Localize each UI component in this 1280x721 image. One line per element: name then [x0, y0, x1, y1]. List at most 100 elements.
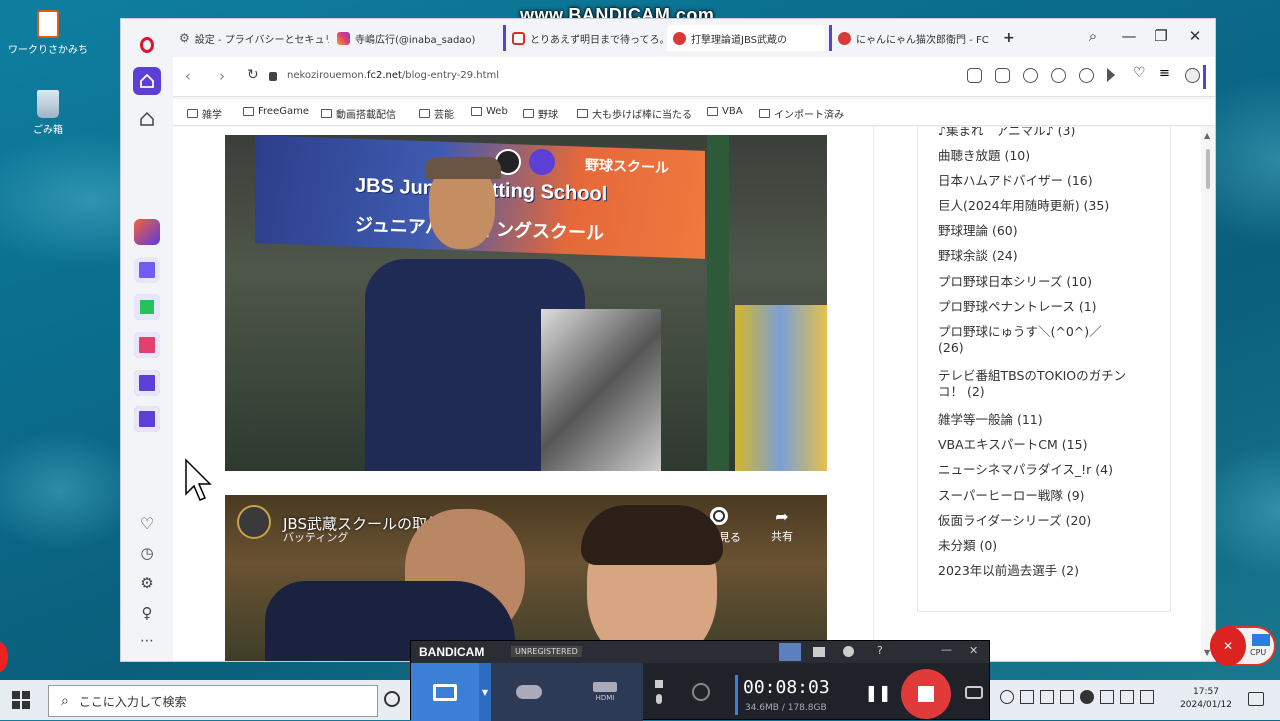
edit-icon[interactable]: [995, 68, 1010, 83]
tab-blog[interactable]: にゃんにゃん猫次郎衛門 - FC: [829, 25, 989, 51]
webcam-button[interactable]: [679, 663, 723, 721]
mode-dropdown-button[interactable]: ▼: [479, 663, 491, 721]
channel-avatar[interactable]: [237, 505, 271, 539]
forward-button[interactable]: ›: [219, 67, 225, 85]
reader-icon[interactable]: [967, 68, 982, 83]
category-link[interactable]: プロ野球にゅうす＼(^0^)／ (26): [938, 324, 1128, 356]
scrollbar-thumb[interactable]: [1206, 149, 1210, 189]
bookmark-folder[interactable]: 野球: [523, 106, 558, 121]
category-link[interactable]: 雑学等一般論 (11): [938, 412, 1158, 428]
bookmark-folder[interactable]: 芸能: [419, 106, 454, 121]
tray-icon[interactable]: [1000, 690, 1014, 704]
sidebar-more-button[interactable]: ⋯: [133, 627, 161, 655]
back-button[interactable]: ‹: [185, 67, 191, 85]
record-stop-button[interactable]: [901, 669, 951, 719]
bookmark-folder[interactable]: Web: [471, 106, 508, 117]
blog-image-batting-school[interactable]: 野球スクール JBS Junior Batting School ジュニアバッテ…: [225, 135, 827, 471]
desktop-icon-recycle-bin[interactable]: ごみ箱: [8, 90, 88, 136]
page-scrollbar[interactable]: ▲ ▼: [1201, 127, 1215, 661]
category-link[interactable]: 未分類 (0): [938, 538, 1158, 554]
ai-overlay-icon[interactable]: [529, 149, 555, 175]
maximize-button[interactable]: ❐: [1149, 27, 1173, 45]
category-link[interactable]: ニューシネマパラダイス_!r (4): [938, 462, 1158, 478]
tray-icon[interactable]: [1040, 690, 1054, 704]
tab-blog-active[interactable]: 打撃理論道JBS武蔵の: [667, 25, 825, 51]
close-button[interactable]: ✕: [1183, 27, 1207, 45]
aria-ai-button[interactable]: [133, 218, 161, 246]
easy-setup-icon[interactable]: ≡: [1159, 66, 1174, 81]
screenshot-button[interactable]: [959, 663, 989, 721]
device-mode-button[interactable]: HDMI: [567, 663, 643, 721]
notification-center-icon[interactable]: [1248, 692, 1264, 706]
help-icon[interactable]: ?: [877, 644, 883, 657]
bookmark-folder[interactable]: 大も歩けば棒に当たる: [577, 106, 692, 121]
lock-icon[interactable]: [779, 643, 801, 661]
category-link[interactable]: 野球余談 (24): [938, 248, 1158, 264]
category-link[interactable]: 日本ハムアドバイザー (16): [938, 173, 1158, 189]
category-link[interactable]: テレビ番組TBSのTOKIOのガチンコ！ (2): [938, 368, 1143, 400]
reload-button[interactable]: ↻: [247, 67, 259, 83]
tab-settings[interactable]: ⚙ 設定 - プライバシーとセキュリテ: [173, 25, 329, 51]
category-link[interactable]: 野球理論 (60): [938, 223, 1158, 239]
category-link[interactable]: VBAエキスパートCM (15): [938, 437, 1158, 453]
messenger-button[interactable]: [133, 256, 161, 284]
adblock-icon[interactable]: [1079, 68, 1094, 83]
workspace-button[interactable]: [133, 105, 161, 133]
snapshot-icon[interactable]: [1023, 68, 1038, 83]
cpu-widget[interactable]: ✕ CPU: [1210, 626, 1276, 666]
history-button[interactable]: ◷: [133, 539, 161, 567]
mic-toggle-button[interactable]: [649, 663, 669, 721]
tray-icon[interactable]: [1100, 690, 1114, 704]
search-tabs-icon[interactable]: ⌕: [1081, 27, 1105, 45]
minimize-icon[interactable]: —: [941, 643, 952, 656]
bookmark-folder[interactable]: FreeGame: [243, 106, 309, 117]
bookmark-folder[interactable]: VBA: [707, 106, 743, 117]
pause-button[interactable]: ❚❚: [863, 663, 893, 721]
profile-icon[interactable]: [1185, 68, 1200, 83]
category-link[interactable]: 仮面ライダーシリーズ (20): [938, 513, 1158, 529]
category-link[interactable]: 2023年以前過去選手 (2): [938, 563, 1158, 579]
category-link[interactable]: プロ野球日本シリーズ (10): [938, 274, 1158, 290]
scroll-up-arrow[interactable]: ▲: [1204, 131, 1210, 140]
player-button[interactable]: [133, 369, 161, 397]
category-link[interactable]: スーパーヒーロー戦隊 (9): [938, 488, 1158, 504]
close-widget-icon[interactable]: ✕: [1210, 626, 1246, 666]
category-link[interactable]: ♪集まれ アニマル♪ (3): [938, 127, 1158, 139]
tab-gmail[interactable]: とりあえず明日まで待ってろ。: [503, 25, 663, 51]
folder-icon[interactable]: [813, 647, 825, 657]
tray-icon[interactable]: [1020, 690, 1034, 704]
send-icon[interactable]: [1107, 68, 1115, 82]
bookmark-folder[interactable]: インポート済み: [759, 106, 844, 121]
instagram-button[interactable]: [133, 331, 161, 359]
desktop-icon-document[interactable]: ワークりさかみち: [8, 10, 88, 56]
settings-button[interactable]: ⚙: [133, 569, 161, 597]
category-link[interactable]: プロ野球ペナントレース (1): [938, 299, 1158, 315]
task-view-icon[interactable]: [384, 691, 400, 707]
minimize-button[interactable]: —: [1117, 27, 1141, 45]
tips-button[interactable]: ♀: [133, 599, 161, 627]
new-tab-button[interactable]: +: [997, 25, 1019, 51]
screen-mode-button[interactable]: [411, 663, 479, 721]
opera-logo-icon[interactable]: [133, 31, 161, 59]
share-button[interactable]: ➦ 共有: [757, 507, 807, 544]
url-field[interactable]: nekozirouemon.fc2.net/blog-entry-29.html: [287, 70, 499, 81]
game-mode-button[interactable]: [491, 663, 567, 721]
flow-button[interactable]: [133, 405, 161, 433]
heart-icon[interactable]: ♡: [1133, 65, 1148, 81]
tray-icon[interactable]: [1080, 690, 1094, 704]
category-link[interactable]: 巨人(2024年用随時更新) (35): [938, 198, 1158, 214]
tab-instagram[interactable]: 寺嶋広行(@inaba_sadao): [331, 25, 495, 51]
tray-icon[interactable]: [1140, 690, 1154, 704]
whatsapp-button[interactable]: [133, 293, 161, 321]
timer-icon[interactable]: [843, 646, 854, 657]
close-icon[interactable]: ✕: [969, 644, 978, 657]
bookmark-folder[interactable]: 動画搭載配信: [321, 106, 396, 121]
youtube-embed-video[interactable]: JBS武蔵スクールの取材映像 バッティング 後で見る ➦ 共有: [225, 495, 827, 661]
bookmark-folder[interactable]: 雑学: [187, 106, 222, 121]
bookmarks-button[interactable]: ♡: [133, 509, 161, 537]
vpn-icon[interactable]: [1051, 68, 1066, 83]
tray-icon[interactable]: [1120, 690, 1134, 704]
home-button[interactable]: [133, 67, 161, 95]
clock[interactable]: 17:57 2024/01/12: [1176, 686, 1236, 712]
scroll-down-arrow[interactable]: ▼: [1204, 648, 1210, 657]
